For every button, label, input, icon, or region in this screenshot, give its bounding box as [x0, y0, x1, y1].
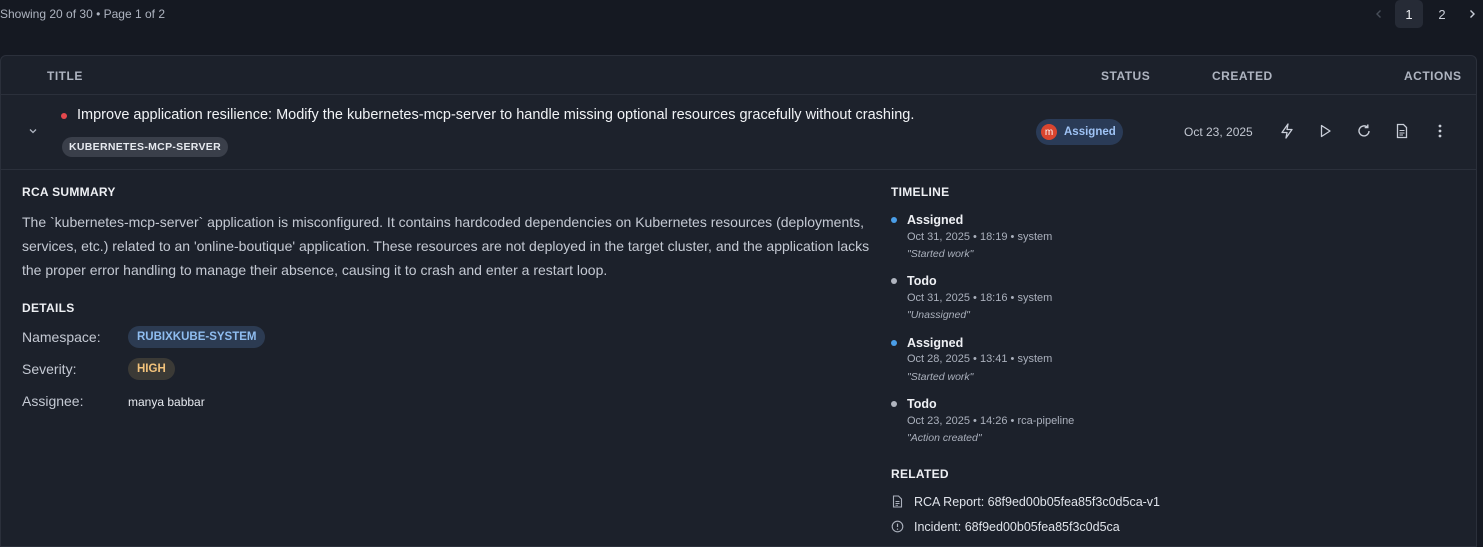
- actions-table: TITLE STATUS CREATED ACTIONS Improve app…: [0, 55, 1477, 547]
- view-report-button[interactable]: [1393, 122, 1411, 140]
- created-date: Oct 23, 2025: [1184, 125, 1253, 139]
- timeline-dot: [891, 217, 897, 223]
- collapse-row-button[interactable]: [25, 123, 41, 139]
- timeline-dot: [891, 340, 897, 346]
- timeline-event-note: "Unassigned": [907, 309, 970, 321]
- related-rca-report-link[interactable]: RCA Report: 68f9ed00b05fea85f3c0d5ca-v1: [914, 495, 1160, 509]
- document-icon: [891, 495, 904, 508]
- row-title[interactable]: Improve application resilience: Modify t…: [77, 107, 914, 123]
- rca-summary-heading: RCA SUMMARY: [22, 185, 116, 199]
- chevron-left-icon: [1376, 10, 1381, 18]
- timeline-event-meta: Oct 31, 2025 • 18:19 • system: [907, 231, 1053, 243]
- timeline-event-note: "Started work": [907, 248, 974, 260]
- execute-action-button[interactable]: [1278, 122, 1296, 140]
- alert-circle-icon: [891, 520, 904, 533]
- lightning-icon: [1281, 123, 1293, 139]
- severity-label: Severity:: [22, 361, 77, 377]
- chevron-right-icon: [1470, 10, 1475, 18]
- timeline-dot: [891, 401, 897, 407]
- namespace-badge: RUBIXKUBE-SYSTEM: [128, 326, 266, 348]
- timeline-event-note: "Action created": [907, 432, 982, 444]
- avatar: m: [1041, 124, 1057, 140]
- timeline-heading: TIMELINE: [891, 185, 950, 199]
- prev-page-button[interactable]: [1368, 0, 1390, 28]
- table-row[interactable]: Improve application resilience: Modify t…: [1, 95, 1476, 170]
- timeline-event-title: Todo: [907, 397, 937, 411]
- more-vertical-icon: [1438, 124, 1442, 138]
- timeline-event-title: Assigned: [907, 213, 964, 227]
- related-incident-link[interactable]: Incident: 68f9ed00b05fea85f3c0d5ca: [914, 520, 1120, 534]
- timeline-event-title: Todo: [907, 274, 937, 288]
- severity-badge: HIGH: [128, 358, 175, 380]
- timeline-event-title: Assigned: [907, 336, 964, 350]
- column-header-created[interactable]: CREATED: [1212, 69, 1273, 83]
- table-header: TITLE STATUS CREATED ACTIONS: [1, 56, 1476, 95]
- document-icon: [1396, 123, 1408, 139]
- namespace-label: Namespace:: [22, 329, 101, 345]
- rca-summary-text: The `kubernetes-mcp-server` application …: [22, 214, 870, 278]
- column-header-status[interactable]: STATUS: [1101, 69, 1150, 83]
- more-options-button[interactable]: [1431, 122, 1449, 140]
- column-header-title[interactable]: TITLE: [47, 69, 83, 83]
- related-heading: RELATED: [891, 467, 949, 481]
- timeline-event-note: "Started work": [907, 371, 974, 383]
- refresh-button[interactable]: [1355, 122, 1373, 140]
- timeline-event-meta: Oct 23, 2025 • 14:26 • rca-pipeline: [907, 415, 1075, 427]
- pagination: 1 2: [1363, 0, 1483, 28]
- assignee-label: Assignee:: [22, 393, 84, 409]
- pagination-bar: Showing 20 of 30 • Page 1 of 2 1 2: [0, 0, 1483, 30]
- play-icon: [1320, 124, 1331, 138]
- details-heading: DETAILS: [22, 301, 75, 315]
- priority-dot: [61, 113, 67, 119]
- timeline-event-meta: Oct 28, 2025 • 13:41 • system: [907, 353, 1053, 365]
- status-badge[interactable]: m Assigned: [1036, 119, 1123, 145]
- next-page-button[interactable]: [1461, 0, 1483, 28]
- page-2-button[interactable]: 2: [1428, 0, 1456, 28]
- results-summary: Showing 20 of 30 • Page 1 of 2: [0, 7, 165, 21]
- timeline-dot: [891, 278, 897, 284]
- chevron-down-icon: [29, 129, 37, 134]
- refresh-icon: [1358, 124, 1370, 137]
- timeline-event-meta: Oct 31, 2025 • 18:16 • system: [907, 292, 1053, 304]
- run-button[interactable]: [1316, 122, 1334, 140]
- column-header-actions: ACTIONS: [1404, 69, 1462, 83]
- page-1-button[interactable]: 1: [1395, 0, 1423, 28]
- status-label: Assigned: [1064, 126, 1116, 138]
- assignee-value: manya babbar: [128, 395, 205, 409]
- service-tag: KUBERNETES-MCP-SERVER: [62, 137, 228, 157]
